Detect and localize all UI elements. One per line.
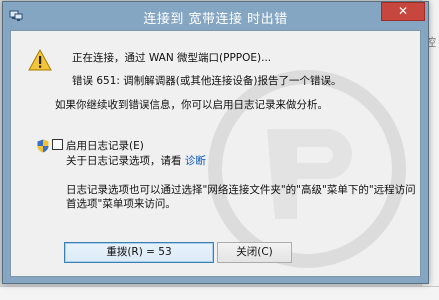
logging-info-prefix: 关于日志记录选项，请看 xyxy=(66,155,182,167)
enable-logging-checkbox[interactable] xyxy=(52,139,63,150)
warning-icon xyxy=(28,49,52,71)
hint-text: 如果你继续收到错误信息，你可以启用日志记录来做分析。 xyxy=(55,99,328,111)
uac-shield-icon xyxy=(37,139,49,153)
redial-button[interactable]: 重拨(R) = 53 xyxy=(64,242,214,263)
close-button[interactable]: 关闭(C) xyxy=(217,242,292,263)
dialog-content: 正在连接，通过 WAN 微型端口(PPPOE)... 错误 651: 调制解调器… xyxy=(10,30,421,277)
logging-info-line: 关于日志记录选项，请看 诊断 xyxy=(66,153,206,168)
background-window-strip xyxy=(0,286,439,300)
connecting-status-text: 正在连接，通过 WAN 微型端口(PPPOE)... xyxy=(72,52,272,64)
logging-note-line2: 首选项"菜单项来访问。 xyxy=(66,198,176,210)
error-message-text: 错误 651: 调制解调器(或其他连接设备)报告了一个错误。 xyxy=(72,75,342,87)
error-dialog: 连接到 宽带连接 时出错 ✕ 正在连接，通过 WAN 微型端口(PPPOE)..… xyxy=(2,1,429,284)
logging-note-line1: 日志记录选项也可以通过选择"网络连接文件夹"的"高级"菜单下的"远程访问 xyxy=(66,184,416,196)
enable-logging-label[interactable]: 启用日志记录(E) xyxy=(66,138,144,153)
title-bar: 连接到 宽带连接 时出错 ✕ xyxy=(3,2,428,30)
close-window-button[interactable]: ✕ xyxy=(381,2,425,21)
window-title: 连接到 宽带连接 时出错 xyxy=(143,12,288,27)
diagnostics-link[interactable]: 诊断 xyxy=(185,155,206,167)
